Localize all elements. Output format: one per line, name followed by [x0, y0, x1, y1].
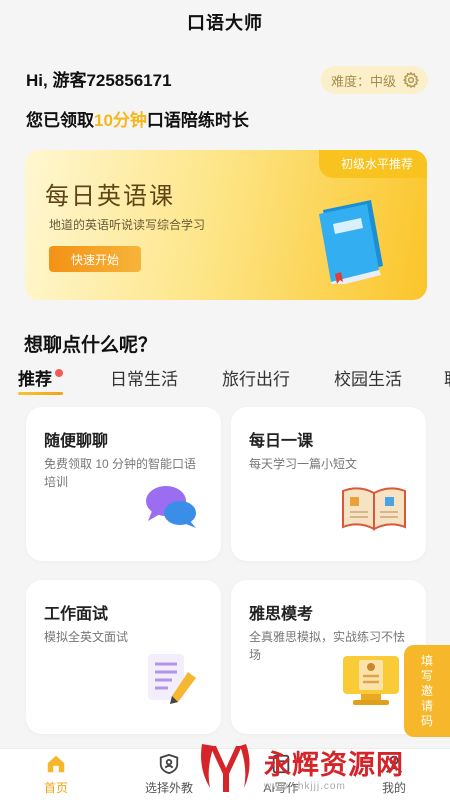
- home-icon: [47, 755, 65, 773]
- open-book-icon: [342, 487, 406, 531]
- card-desc: 每天学习一篇小短文: [249, 457, 358, 471]
- topic-tabs: 推荐 日常生活 旅行出行 校园生活 职: [0, 365, 450, 397]
- section-title: 想聊点什么呢？: [24, 335, 158, 356]
- title-bar: 口语大师: [0, 0, 450, 44]
- app-title: 口语大师: [187, 13, 263, 33]
- tab-recommend[interactable]: 推荐: [18, 365, 63, 395]
- book-icon: [319, 200, 383, 284]
- daily-course-banner[interactable]: 初级水平推荐 每日英语课 地道的英语听说读写综合学习 快速开始: [25, 150, 427, 300]
- bottom-nav: 首页 选择外教 AI写作 我的: [0, 748, 450, 800]
- invite-code-button[interactable]: 填写邀请码: [404, 645, 450, 737]
- tab-label: 职: [444, 370, 450, 389]
- notification-dot: [55, 369, 63, 377]
- card-daily-lesson[interactable]: 每日一课 每天学习一篇小短文: [231, 407, 426, 561]
- tab-travel[interactable]: 旅行出行: [222, 365, 290, 390]
- card-title: 工作面试: [44, 606, 109, 623]
- nav-label: 我的: [381, 781, 406, 795]
- tab-label: 校园生活: [334, 370, 402, 389]
- card-ielts-mock[interactable]: 雅思模考 全真雅思模拟，实战练习不怯场: [231, 580, 426, 734]
- quick-start-button[interactable]: 快速开始: [49, 246, 141, 272]
- tab-label: 旅行出行: [222, 370, 290, 389]
- nav-profile[interactable]: 我的: [349, 753, 439, 796]
- claim-text: 您已领取10分钟口语陪练时长: [26, 106, 249, 131]
- tab-label: 推荐: [18, 370, 52, 389]
- nav-select-teacher[interactable]: 选择外教: [124, 753, 214, 796]
- card-casual-chat[interactable]: 随便聊聊 免费领取 10 分钟的智能口语培训: [26, 407, 221, 561]
- teacher-icon: [159, 753, 179, 775]
- difficulty-label: 难度：中级: [330, 73, 396, 89]
- greeting-text: Hi, 游客725856171: [26, 71, 172, 90]
- profile-icon: [385, 755, 403, 773]
- claim-highlight: 10分钟: [94, 111, 147, 130]
- tab-work[interactable]: 职: [444, 365, 450, 390]
- nav-ai-writing[interactable]: AI写作: [236, 753, 326, 796]
- nav-label: 首页: [43, 781, 68, 795]
- claim-suffix: 口语陪练时长: [146, 111, 249, 130]
- card-title: 每日一课: [249, 433, 314, 450]
- active-tab-indicator: [18, 392, 63, 395]
- nav-label: AI写作: [263, 781, 299, 795]
- difficulty-button[interactable]: 难度：中级: [320, 66, 428, 94]
- card-job-interview[interactable]: 工作面试 模拟全英文面试: [26, 580, 221, 734]
- tab-daily-life[interactable]: 日常生活: [110, 365, 178, 390]
- banner-tag: 初级水平推荐: [318, 150, 427, 178]
- document-pencil-icon: [148, 654, 196, 704]
- banner-title: 每日英语课: [45, 183, 175, 210]
- tab-campus[interactable]: 校园生活: [334, 365, 402, 390]
- invite-label: 填写邀请码: [420, 653, 433, 728]
- card-title: 随便聊聊: [44, 433, 109, 450]
- claim-prefix: 您已领取: [26, 111, 94, 130]
- nav-label: 选择外教: [144, 781, 193, 795]
- monitor-exam-icon: [343, 656, 399, 705]
- banner-subtitle: 地道的英语听说读写综合学习: [49, 218, 206, 232]
- nav-home[interactable]: 首页: [11, 753, 101, 796]
- card-title: 雅思模考: [249, 606, 314, 623]
- tab-label: 日常生活: [110, 370, 178, 389]
- card-desc: 模拟全英文面试: [44, 630, 129, 644]
- ai-write-icon: [272, 754, 290, 774]
- gear-icon: [402, 71, 419, 89]
- chat-bubbles-icon: [146, 486, 196, 528]
